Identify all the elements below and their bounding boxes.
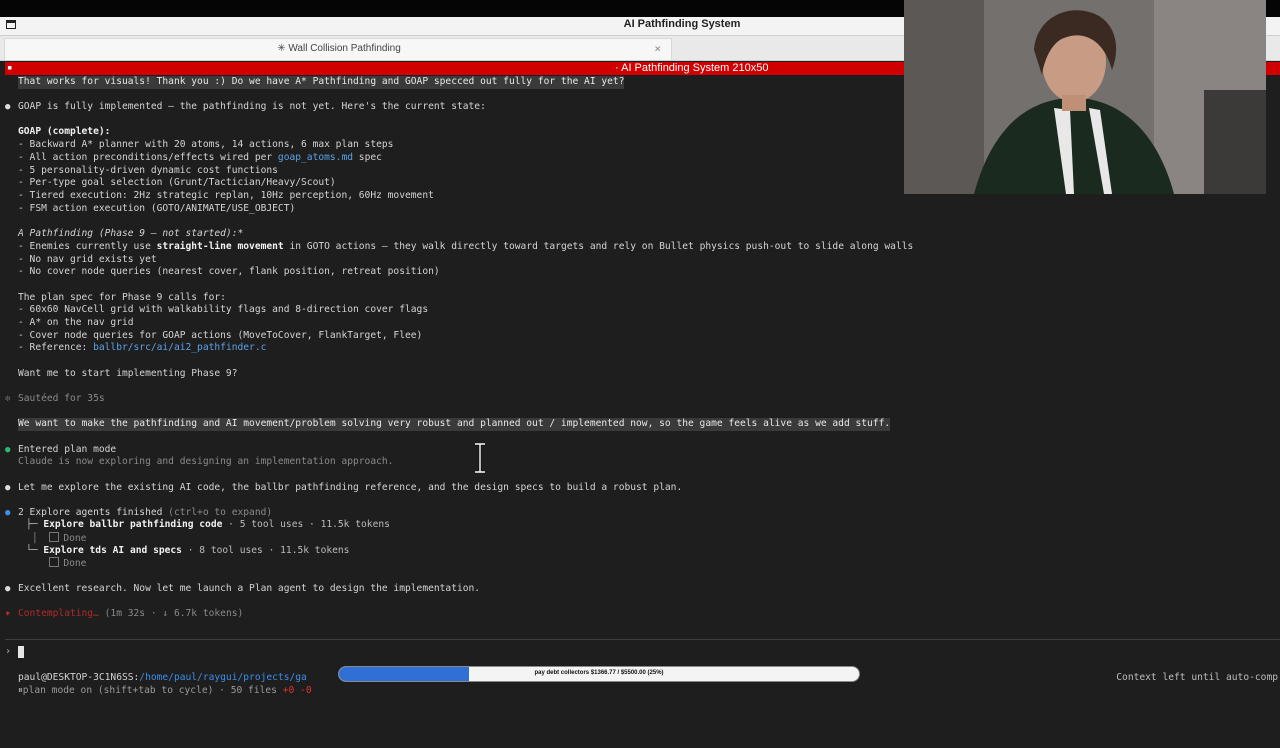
checkbox-icon [49,532,60,542]
tree-branch-icon: └─ [26,545,44,556]
mode-status: ⏸plan mode on (shift+tab to cycle) · 50 … [18,685,312,696]
text-input-cursor[interactable] [18,646,24,658]
thinking-status: Contemplating… (1m 32s · ↓ 6.7k tokens) [18,608,244,619]
list-item: - 60x60 NavCell grid with walkability fl… [18,304,429,315]
bullet-icon: ● [5,483,11,493]
asterisk-icon: ✻ [5,394,11,404]
tab-wall-collision[interactable]: ✳ Wall Collision Pathfinding × [4,38,672,60]
progress-label: pay debt collectors $1366.77 / $5500.00 … [534,670,664,676]
input-divider [5,639,1280,640]
assistant-text: Let me explore the existing AI code, the… [18,482,683,493]
tree-branch-icon: ├─ [26,519,44,530]
bullet-icon: ● [5,584,11,594]
prompt-chevron-icon: › [5,646,12,657]
bullet-icon: ● [5,508,11,518]
goap-heading: GOAP (complete): [18,126,111,137]
user-message: We want to make the pathfinding and AI m… [18,418,891,431]
mouse-ibeam-cursor-icon [475,443,485,473]
elapsed-timer: Sautéed for 35s [18,393,105,404]
webcam-overlay [904,0,1266,194]
tree-pipe-icon: │ [32,533,50,544]
list-item: - Reference: ballbr/src/ai/ai2_pathfinde… [18,342,267,353]
list-item: - Enemies currently use straight-line mo… [18,241,914,252]
tab-close-icon[interactable]: × [654,42,661,55]
list-item: - Tiered execution: 2Hz strategic replan… [18,190,434,201]
list-item: - No cover node queries (nearest cover, … [18,266,440,277]
user-message: That works for visuals! Thank you :) Do … [18,76,625,89]
context-indicator: Context left until auto-comp [1116,672,1278,683]
plan-mode-subtext: Claude is now exploring and designing an… [18,456,394,467]
agent-status: │ Done [32,532,87,544]
shell-path: paul@DESKTOP-3C1N6SS:/home/paul/raygui/p… [18,672,307,683]
pane-title: · AI Pathfinding System 210x50 [615,62,769,74]
pane-marker-icon: ▪ [7,63,13,73]
webcam-image [904,0,1266,194]
assistant-question: Want me to start implementing Phase 9? [18,368,238,379]
list-item: - All action preconditions/effects wired… [18,152,382,163]
assistant-text: GOAP is fully implemented — the pathfind… [18,101,486,112]
agent-status: Done [32,557,86,570]
astar-heading: A Pathfinding (Phase 9 — not started):* [18,228,244,239]
goal-progress-bar: pay debt collectors $1366.77 / $5500.00 … [338,666,860,682]
reference-link[interactable]: ballbr/src/ai/ai2_pathfinder.c [93,342,266,353]
list-item: - A* on the nav grid [18,317,134,328]
list-item: - Per-type goal selection (Grunt/Tactici… [18,177,336,188]
agent-item[interactable]: ├─ Explore ballbr pathfinding code · 5 t… [26,519,390,532]
list-item: - Backward A* planner with 20 atoms, 14 … [18,139,394,150]
assistant-text: Excellent research. Now let me launch a … [18,583,481,594]
spec-link[interactable]: goap_atoms.md [278,152,353,163]
tab-label: ✳ Wall Collision Pathfinding [277,43,401,54]
bullet-icon: ● [5,445,11,455]
checkbox-icon [49,557,60,567]
spinner-icon: ✶ [5,609,11,619]
bullet-icon: ● [5,102,11,112]
list-item: - FSM action execution (GOTO/ANIMATE/USE… [18,203,296,214]
